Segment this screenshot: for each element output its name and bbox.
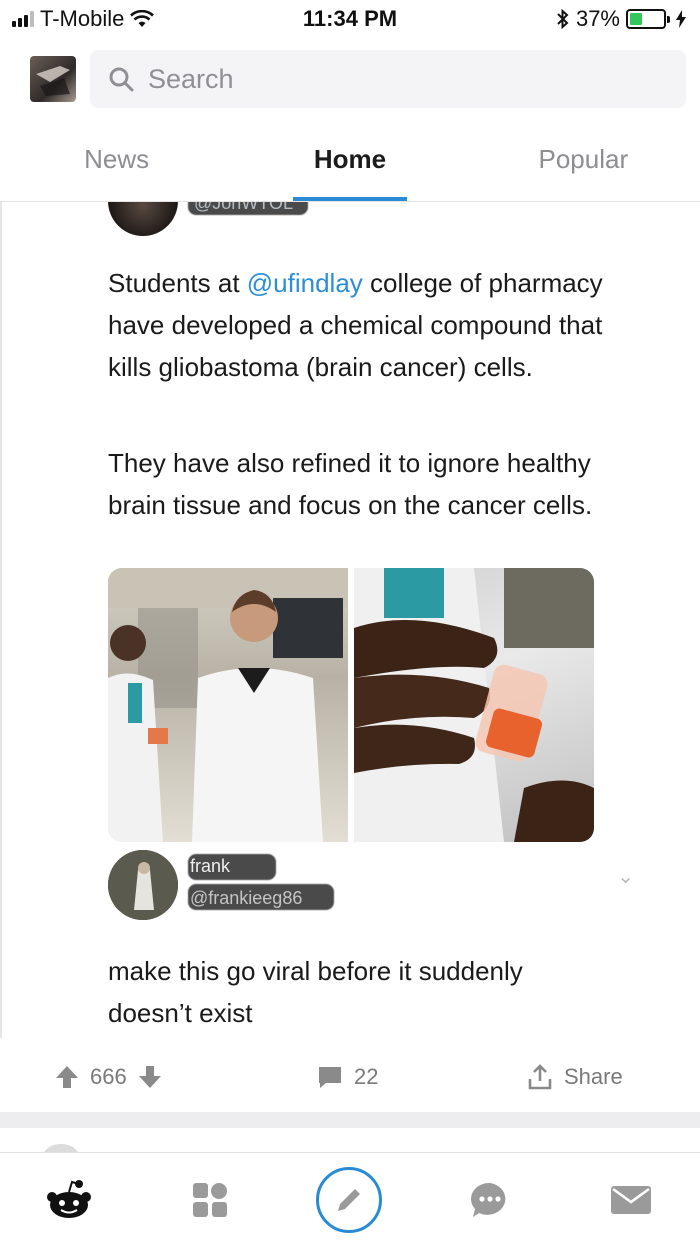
tweet-body-para2: They have also refined it to ignore heal…: [108, 448, 593, 520]
nav-chat[interactable]: [455, 1165, 525, 1235]
communities-icon: [193, 1183, 227, 1217]
tweet-handle-redacted: @JonWTOL: [188, 202, 320, 229]
reply-text: make this go viral before it suddenly do…: [108, 956, 523, 1028]
battery-icon: [626, 9, 670, 29]
battery-percent: 37%: [575, 6, 620, 31]
tweet-handle: @JonWTOL: [194, 202, 293, 213]
pencil-icon: [338, 1189, 360, 1211]
post-separator: [0, 1112, 700, 1128]
bluetooth-icon: [557, 9, 569, 29]
search-icon: [109, 67, 134, 92]
share-icon: [528, 1064, 552, 1090]
reddit-alien-icon: [47, 1180, 91, 1218]
feed-tabs: News Home Popular: [0, 128, 700, 202]
nav-compose[interactable]: [316, 1167, 382, 1233]
tweet-body: Students at @ufindlay college of pharmac…: [108, 262, 628, 388]
vote-group: 666: [54, 1064, 163, 1090]
next-post-peek: [0, 1128, 700, 1164]
chevron-down-icon: ⌄: [617, 866, 634, 888]
upvote-icon[interactable]: [54, 1064, 80, 1090]
downvote-icon[interactable]: [137, 1064, 163, 1090]
chat-icon: [471, 1182, 506, 1217]
status-bar: T-Mobile 11:34 PM 37%: [0, 0, 700, 40]
tweet-author: @JonWTOL: [108, 202, 320, 236]
tab-news[interactable]: News: [0, 128, 233, 201]
bottom-nav: [0, 1152, 700, 1245]
tweet-photos: [108, 568, 594, 842]
nav-inbox[interactable]: [596, 1165, 666, 1235]
tweet-photo-lab: [108, 568, 348, 842]
tab-popular[interactable]: Popular: [467, 128, 700, 201]
reply-handle: @frankieeg86: [190, 888, 303, 908]
nav-communities[interactable]: [175, 1165, 245, 1235]
tweet-mention[interactable]: @ufindlay: [247, 268, 363, 298]
tab-home[interactable]: Home: [233, 128, 466, 201]
comments-button[interactable]: 22: [316, 1064, 378, 1090]
reply-name: frank: [190, 856, 231, 876]
reply-avatar: [108, 850, 178, 920]
top-header: [0, 46, 700, 116]
search-input[interactable]: [148, 63, 628, 95]
post-image[interactable]: @JonWTOL Students at @ufindlay college o…: [0, 202, 700, 1038]
comment-icon: [319, 1067, 341, 1088]
user-avatar[interactable]: [30, 56, 76, 102]
share-button[interactable]: Share: [526, 1063, 623, 1091]
battery-group: 37%: [556, 6, 686, 32]
post-image-edge: [0, 202, 2, 1038]
post-actions: 666 22 Share: [0, 1044, 700, 1110]
share-label: Share: [564, 1064, 623, 1089]
comment-count: 22: [354, 1064, 379, 1089]
tweet-text-part1: Students at: [108, 268, 247, 298]
tweet-author-avatar: [108, 202, 178, 236]
nav-home[interactable]: [34, 1165, 104, 1235]
charging-bolt-icon: [676, 10, 686, 28]
mail-icon: [611, 1186, 651, 1214]
search-bar[interactable]: [90, 50, 686, 108]
vote-count: 666: [90, 1064, 127, 1089]
tweet-photo-vial: [354, 568, 594, 842]
